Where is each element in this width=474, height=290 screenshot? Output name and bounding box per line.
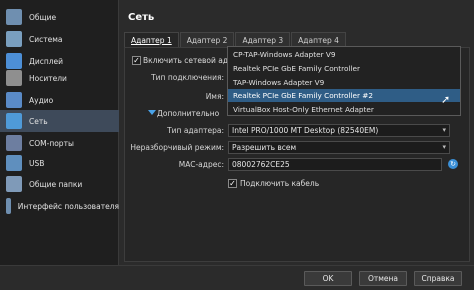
promiscuous-mode-label: Неразборчивый режим: xyxy=(130,143,224,152)
promiscuous-mode-value: Разрешить всем xyxy=(232,143,297,152)
com-port-icon xyxy=(6,135,22,151)
sidebar-item-label: Дисплей xyxy=(29,56,64,66)
adapter-tabs: Адаптер 1 Адаптер 2 Адаптер 3 Адаптер 4 xyxy=(124,32,347,48)
sidebar-item-label: Общие папки xyxy=(29,179,83,189)
refresh-mac-icon[interactable]: ↻ xyxy=(448,159,458,169)
adapter-type-label: Тип адаптера: xyxy=(167,126,224,135)
cable-connected-checkbox[interactable]: ✓ xyxy=(228,179,237,188)
sidebar-item-label: Аудио xyxy=(29,95,54,105)
chevron-down-icon: ▾ xyxy=(442,126,446,134)
sidebar-item-label: Система xyxy=(29,34,63,44)
promiscuous-mode-select[interactable]: Разрешить всем ▾ xyxy=(228,141,450,154)
name-label: Имя: xyxy=(205,92,224,101)
sidebar-item-audio[interactable]: Аудио xyxy=(0,89,119,111)
dropdown-option[interactable]: Realtek PCIe GbE Family Controller xyxy=(228,62,460,75)
tab-adapter-2[interactable]: Адаптер 2 xyxy=(179,32,235,47)
sidebar-item-usb[interactable]: USB xyxy=(0,152,119,174)
advanced-expand-icon[interactable] xyxy=(148,110,156,115)
sidebar-item-label: Носители xyxy=(29,73,67,83)
settings-sidebar: Общие Система Дисплей Носители Аудио Сет… xyxy=(0,0,119,265)
user-interface-icon xyxy=(6,198,11,214)
attached-to-label: Тип подключения: xyxy=(151,73,224,82)
sidebar-item-label: Сеть xyxy=(29,116,48,126)
adapter-type-value: Intel PRO/1000 MT Desktop (82540EM) xyxy=(232,126,379,135)
tab-label: Адаптер 1 xyxy=(131,36,172,45)
mouse-cursor-icon: ➚ xyxy=(441,93,451,106)
general-icon xyxy=(6,9,22,25)
mac-address-label: MAC-адрес: xyxy=(178,160,224,169)
cable-connected-label: Подключить кабель xyxy=(240,179,320,188)
tab-adapter-3[interactable]: Адаптер 3 xyxy=(235,32,291,47)
dropdown-option[interactable]: CP-TAP-Windows Adapter V9 xyxy=(228,48,460,61)
cancel-button[interactable]: Отмена xyxy=(359,271,407,286)
adapter-type-select[interactable]: Intel PRO/1000 MT Desktop (82540EM) ▾ xyxy=(228,124,450,137)
network-settings-page: Сеть Адаптер 1 Адаптер 2 Адаптер 3 Адапт… xyxy=(120,0,474,265)
sidebar-item-network[interactable]: Сеть xyxy=(0,110,119,132)
shared-folder-icon xyxy=(6,176,22,192)
sidebar-item-com-ports[interactable]: COM-порты xyxy=(0,132,119,154)
sidebar-item-label: USB xyxy=(29,158,45,168)
dialog-button-bar: OK Отмена Справка xyxy=(0,265,474,290)
sidebar-item-user-interface[interactable]: Интерфейс пользователя xyxy=(0,195,119,217)
dropdown-option[interactable]: VirtualBox Host-Only Ethernet Adapter xyxy=(228,103,460,116)
sidebar-item-label: Общие xyxy=(29,12,57,22)
mac-address-value: 08002762CE25 xyxy=(232,160,290,169)
network-icon xyxy=(6,113,22,129)
tab-label: Адаптер 4 xyxy=(298,36,339,45)
mac-address-input[interactable]: 08002762CE25 xyxy=(228,158,442,171)
enable-adapter-checkbox[interactable]: ✓ xyxy=(132,56,141,65)
sidebar-item-label: Интерфейс пользователя xyxy=(17,201,119,211)
adapter-name-dropdown: CP-TAP-Windows Adapter V9 Realtek PCIe G… xyxy=(227,46,461,116)
sidebar-item-general[interactable]: Общие xyxy=(0,6,119,28)
chevron-down-icon: ▾ xyxy=(442,143,446,151)
system-icon xyxy=(6,31,22,47)
tab-label: Адаптер 3 xyxy=(242,36,284,45)
usb-icon xyxy=(6,155,22,171)
ok-button[interactable]: OK xyxy=(304,271,352,286)
page-title: Сеть xyxy=(128,12,155,23)
advanced-toggle-label[interactable]: Дополнительно xyxy=(157,109,219,118)
tab-adapter-4[interactable]: Адаптер 4 xyxy=(291,32,346,47)
tab-label: Адаптер 2 xyxy=(186,36,228,45)
sidebar-item-label: COM-порты xyxy=(29,138,74,148)
help-button[interactable]: Справка xyxy=(414,271,462,286)
sidebar-item-system[interactable]: Система xyxy=(0,28,119,50)
dropdown-option-highlighted[interactable]: Realtek PCIe GbE Family Controller #2 xyxy=(228,89,460,102)
dropdown-option[interactable]: TAP-Windows Adapter V9 xyxy=(228,76,460,89)
sidebar-item-storage[interactable]: Носители xyxy=(0,67,119,89)
sidebar-item-shared-folders[interactable]: Общие папки xyxy=(0,173,119,195)
tab-adapter-1[interactable]: Адаптер 1 xyxy=(124,32,179,48)
storage-icon xyxy=(6,70,22,86)
audio-icon xyxy=(6,92,22,108)
